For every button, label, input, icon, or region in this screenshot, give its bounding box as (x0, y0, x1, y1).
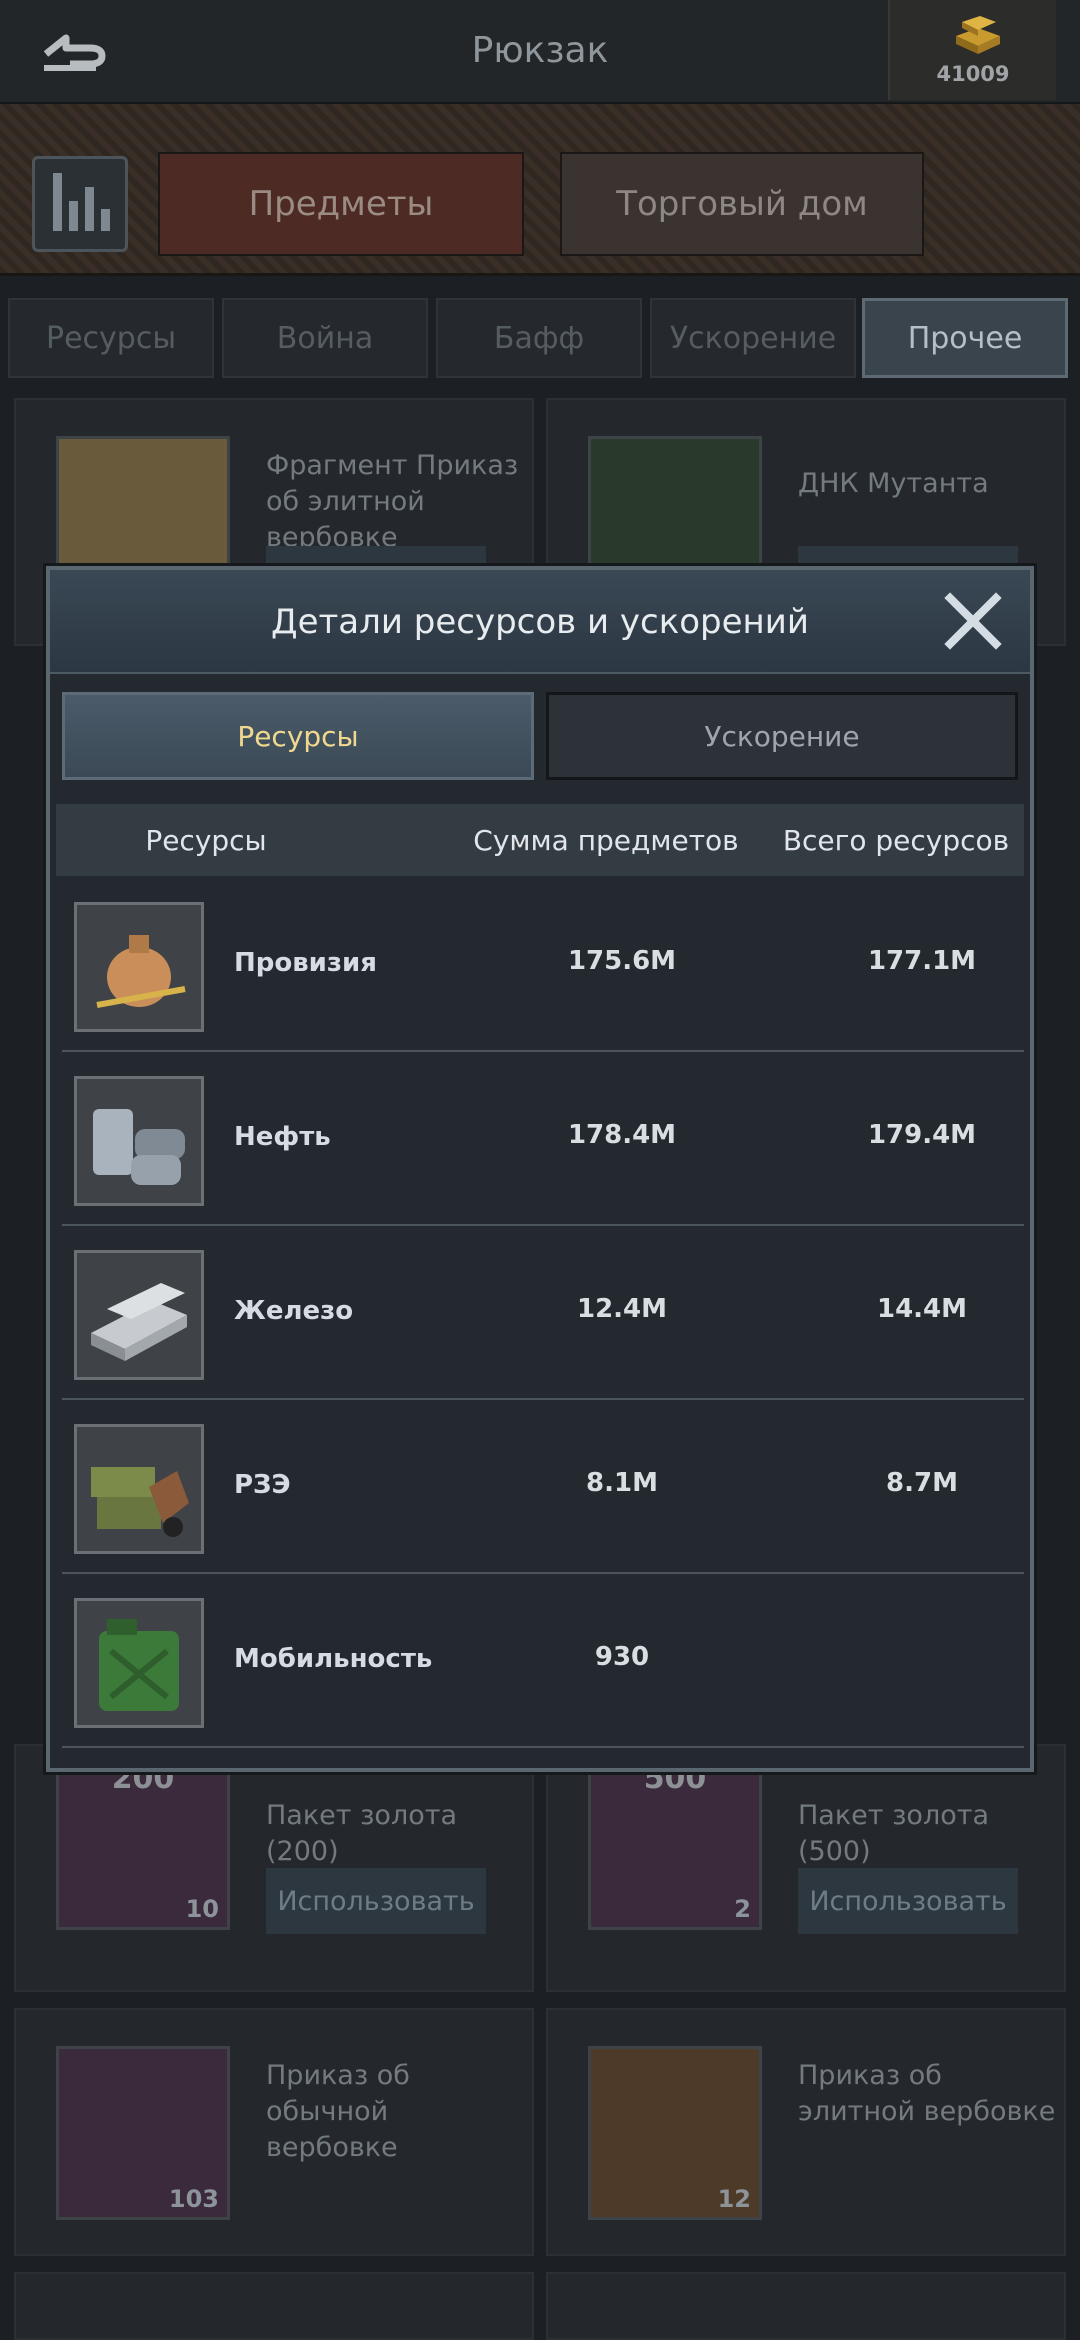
item-card[interactable]: 500 2 Пакет золота (500) Использовать (546, 1744, 1066, 1992)
tab-speedup[interactable]: Ускорение (650, 298, 856, 378)
tab-trade-house[interactable]: Торговый дом (560, 152, 924, 256)
food-sack-icon (74, 902, 204, 1032)
item-name: Пакет золота (500) (798, 1800, 990, 1867)
tab-war[interactable]: Война (222, 298, 428, 378)
resource-details-dialog: Детали ресурсов и ускорений Ресурсы Уско… (46, 566, 1034, 1772)
items-sum: 178.4M (567, 1120, 677, 1150)
item-card[interactable]: 200 10 Пакет золота (200) Использовать (14, 1744, 534, 1992)
use-button[interactable]: Использовать (266, 1868, 486, 1934)
item-name: Пакет золота (200) (266, 1800, 458, 1867)
table-row: Мобильность 930 (62, 1576, 1024, 1748)
items-sum: 12.4M (576, 1294, 668, 1324)
total-resources: 177.1M (867, 946, 977, 976)
item-count: 103 (168, 2185, 219, 2213)
item-card[interactable]: 12 Приказ об элитной вербовке (546, 2008, 1066, 2256)
items-sum: 175.6M (567, 946, 677, 976)
top-bar: Рюкзак 41009 (0, 0, 1080, 104)
total-resources: 179.4M (867, 1120, 977, 1150)
resource-name: Провизия (234, 948, 377, 978)
stats-button[interactable] (32, 156, 128, 252)
rare-earth-crate-icon (74, 1424, 204, 1554)
iron-ingot-icon (74, 1250, 204, 1380)
item-count: 2 (734, 1895, 751, 1923)
gold-amount: 41009 (936, 62, 1010, 86)
table-row: Провизия 175.6M 177.1M (62, 880, 1024, 1052)
category-tabs: Ресурсы Война Бафф Ускорение Прочее (0, 290, 1080, 384)
table-row: РЗЭ 8.1M 8.7M (62, 1402, 1024, 1574)
main-tabs-strip: Предметы Торговый дом (0, 104, 1080, 276)
column-header: Сумма предметов (473, 824, 739, 857)
gold-bars-icon (956, 16, 1000, 54)
item-card[interactable] (546, 2272, 1066, 2340)
use-button[interactable]: Использовать (798, 1868, 1018, 1934)
column-header: Ресурсы (145, 824, 267, 857)
item-count: 12 (717, 2185, 751, 2213)
items-sum: 8.1M (586, 1468, 658, 1498)
item-card[interactable] (14, 2272, 534, 2340)
item-name: Приказ об элитной вербовке (798, 2060, 1056, 2127)
gold-crate-icon: 500 2 (588, 1756, 762, 1930)
column-header: Всего ресурсов (782, 824, 1010, 857)
envelope-icon: 103 (56, 2046, 230, 2220)
tab-other[interactable]: Прочее (862, 298, 1068, 378)
gold-envelope-icon: 12 (588, 2046, 762, 2220)
table-row: Железо 12.4M 14.4M (62, 1228, 1024, 1400)
close-icon (944, 592, 1002, 650)
items-sum: 930 (594, 1642, 650, 1672)
gold-crate-icon: 200 10 (56, 1756, 230, 1930)
jerrycan-icon (74, 1598, 204, 1728)
item-name: Приказ об обычной вербовке (266, 2060, 410, 2163)
table-row: Нефть 178.4M 179.4M (62, 1054, 1024, 1226)
total-resources: 14.4M (876, 1294, 968, 1324)
dialog-tab-resources[interactable]: Ресурсы (62, 692, 534, 780)
close-button[interactable] (938, 586, 1008, 656)
resource-name: Железо (234, 1296, 354, 1326)
tab-resources[interactable]: Ресурсы (8, 298, 214, 378)
dialog-tab-speedup[interactable]: Ускорение (546, 692, 1018, 780)
item-name: Фрагмент Приказ об элитной вербовке (266, 450, 519, 553)
gold-balance[interactable]: 41009 (888, 0, 1056, 100)
tab-items[interactable]: Предметы (158, 152, 524, 256)
oil-barrel-icon (74, 1076, 204, 1206)
total-resources: 8.7M (886, 1468, 958, 1498)
item-card[interactable]: 103 Приказ об обычной вербовке (14, 2008, 534, 2256)
dialog-title: Детали ресурсов и ускорений (271, 602, 809, 642)
item-count: 10 (185, 1895, 219, 1923)
bar-chart-icon (53, 173, 62, 231)
dialog-header: Детали ресурсов и ускорений (50, 570, 1030, 674)
item-name: ДНК Мутанта (798, 468, 989, 499)
resource-name: Нефть (234, 1122, 331, 1152)
table-header: Ресурсы Сумма предметов Всего ресурсов (56, 804, 1024, 876)
resource-name: Мобильность (234, 1644, 433, 1674)
tab-buff[interactable]: Бафф (436, 298, 642, 378)
resource-name: РЗЭ (234, 1470, 291, 1500)
